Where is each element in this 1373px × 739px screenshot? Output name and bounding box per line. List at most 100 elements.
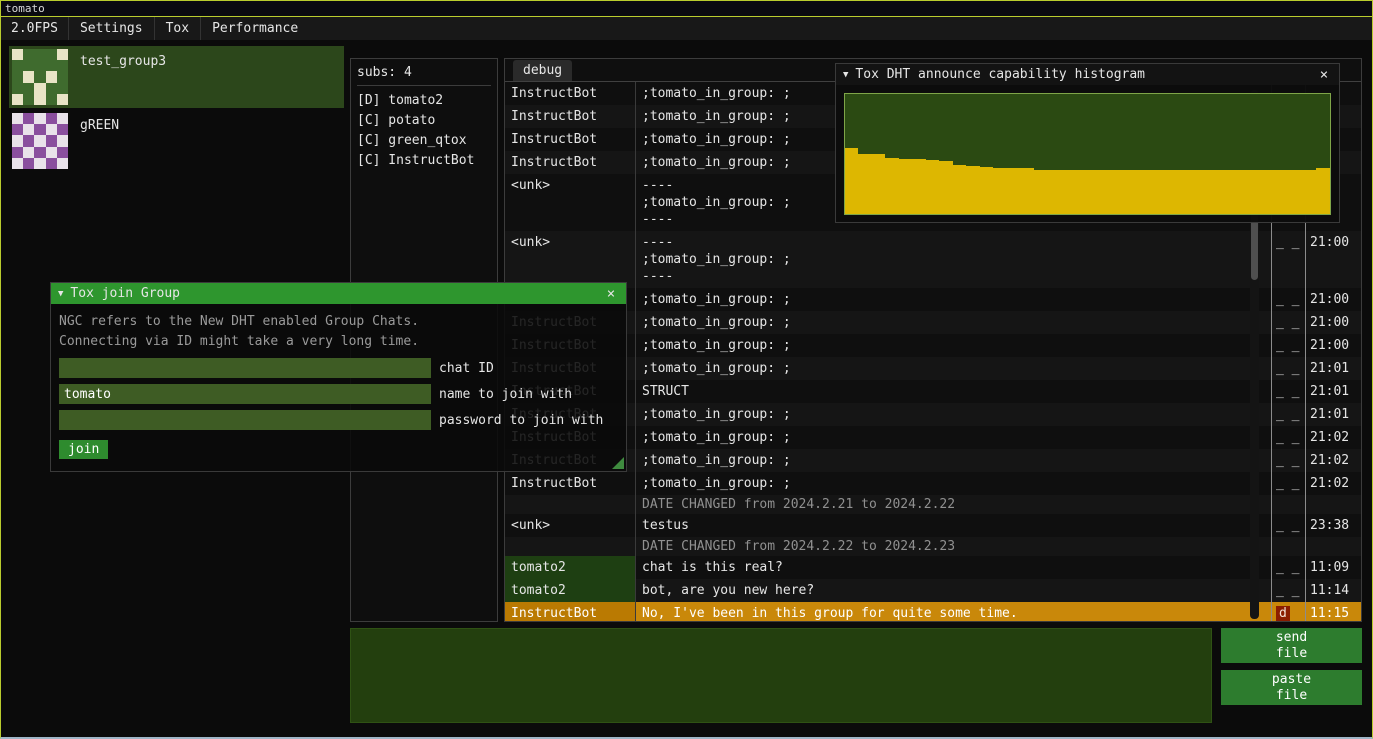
sender-name: InstructBot [505, 128, 635, 151]
send-file-button[interactable]: send file [1221, 628, 1362, 663]
message-flags: _ _ [1271, 231, 1305, 288]
message-text: No, I've been in this group for quite so… [635, 602, 1271, 621]
chat-message-row: InstructBotNo, I've been in this group f… [505, 602, 1361, 621]
histogram-bar [1236, 170, 1249, 214]
message-flags: _ _ [1271, 472, 1305, 495]
join-input-chat-ID[interactable] [59, 358, 431, 378]
subs-member[interactable]: [D] tomato2 [357, 91, 491, 111]
histogram-bar [1128, 170, 1141, 214]
message-text: ;tomato_in_group: ; [635, 426, 1271, 449]
dht-histogram-titlebar[interactable]: ▼ Tox DHT announce capability histogram … [836, 64, 1339, 85]
histogram-bar [1155, 170, 1168, 214]
message-flags: _ _ [1271, 311, 1305, 334]
message-input[interactable] [350, 628, 1212, 723]
histogram-bar [1222, 170, 1235, 214]
group-item-gREEN[interactable]: gREEN [9, 110, 344, 172]
message-time: 11:15 [1305, 602, 1361, 621]
chat-message-row: InstructBot;tomato_in_group: ;_ _21:00 [505, 288, 1361, 311]
join-field-row: name to join with [59, 384, 618, 404]
histogram-bar [1141, 170, 1154, 214]
group-name: test_group3 [80, 49, 166, 69]
join-input-name-to-join-with[interactable] [59, 384, 431, 404]
delivered-badge: d [1276, 606, 1290, 621]
histogram-bar [1209, 170, 1222, 214]
menu-item-performance[interactable]: Performance [200, 17, 309, 40]
dht-histogram-title: Tox DHT announce capability histogram [855, 67, 1309, 82]
message-text: ;tomato_in_group: ; [635, 449, 1271, 472]
message-time [1305, 537, 1361, 556]
join-field-row: password to join with [59, 410, 618, 430]
message-flags: _ _ [1271, 514, 1305, 537]
message-flags: _ _ [1271, 426, 1305, 449]
message-text: ;tomato_in_group: ; [635, 288, 1271, 311]
histogram-bar [1249, 170, 1262, 214]
join-button[interactable]: join [59, 440, 108, 459]
paste-file-button[interactable]: paste file [1221, 670, 1362, 705]
sender-name: InstructBot [505, 602, 635, 621]
chat-message-row: InstructBot;tomato_in_group: ;_ _21:01 [505, 403, 1361, 426]
join-fields: chat IDname to join withpassword to join… [59, 358, 618, 430]
message-flags: _ _ [1271, 288, 1305, 311]
subs-member[interactable]: [C] green_qtox [357, 131, 491, 151]
message-time [1305, 495, 1361, 514]
dht-histogram-plot [844, 93, 1331, 215]
join-info-line: Connecting via ID might take a very long… [59, 332, 618, 352]
histogram-bar [1101, 170, 1114, 214]
chat-message-row: <unk>testus_ _23:38 [505, 514, 1361, 537]
message-flags: _ _ [1271, 579, 1305, 602]
join-group-title: Tox join Group [70, 286, 596, 301]
sender-name: tomato2 [505, 579, 635, 602]
message-time: 21:00 [1305, 334, 1361, 357]
chat-message-row: InstructBot;tomato_in_group: ;_ _21:02 [505, 426, 1361, 449]
window-titlebar[interactable]: tomato [1, 1, 1372, 17]
menu-item-settings[interactable]: Settings [68, 17, 154, 40]
collapse-icon[interactable]: ▼ [58, 289, 63, 299]
subs-member[interactable]: [C] potato [357, 111, 491, 131]
collapse-icon[interactable]: ▼ [843, 70, 848, 80]
message-text: DATE CHANGED from 2024.2.21 to 2024.2.22 [635, 495, 1271, 514]
close-icon[interactable]: × [1316, 67, 1332, 83]
menu-item-tox[interactable]: Tox [154, 17, 200, 40]
close-icon[interactable]: × [603, 286, 619, 302]
chat-message-row: InstructBotSTRUCT_ _21:01 [505, 380, 1361, 403]
subs-member[interactable]: [C] InstructBot [357, 151, 491, 171]
chat-message-row: InstructBot;tomato_in_group: ;_ _21:00 [505, 311, 1361, 334]
histogram-bar [1007, 168, 1020, 214]
histogram-bar [1168, 170, 1181, 214]
histogram-bar [912, 159, 925, 214]
join-group-titlebar[interactable]: ▼ Tox join Group × [51, 283, 626, 304]
chat-message-row: InstructBot;tomato_in_group: ;_ _21:00 [505, 334, 1361, 357]
message-flags: _ _ [1271, 403, 1305, 426]
message-text: ;tomato_in_group: ; [635, 334, 1271, 357]
histogram-bar [939, 161, 952, 214]
menu-items: SettingsToxPerformance [68, 17, 309, 40]
histogram-bar [1074, 170, 1087, 214]
sender-name: <unk> [505, 231, 635, 288]
group-item-test_group3[interactable]: test_group3 [9, 46, 344, 108]
fps-counter: 2.0FPS [1, 17, 68, 40]
chat-message-row: <unk>----;tomato_in_group: ;----_ _21:00 [505, 231, 1361, 288]
chat-message-row: tomato2bot, are you new here?_ _11:14 [505, 579, 1361, 602]
chat-message-row: InstructBot;tomato_in_group: ;_ _21:01 [505, 357, 1361, 380]
histogram-bar [993, 168, 1006, 214]
histogram-bar [885, 158, 898, 214]
message-time: 21:00 [1305, 311, 1361, 334]
tab-debug[interactable]: debug [513, 60, 572, 81]
chat-message-row: InstructBot;tomato_in_group: ;_ _21:02 [505, 472, 1361, 495]
histogram-bar [966, 166, 979, 214]
message-flags: _ _ [1271, 380, 1305, 403]
message-flags [1271, 495, 1305, 514]
join-input-password-to-join-with[interactable] [59, 410, 431, 430]
message-flags: _ _ [1271, 357, 1305, 380]
histogram-bar [1061, 170, 1074, 214]
histogram-bar [1276, 170, 1289, 214]
message-time: 21:02 [1305, 472, 1361, 495]
message-time: 23:38 [1305, 514, 1361, 537]
histogram-bar [899, 159, 912, 214]
resize-grip[interactable] [612, 457, 624, 469]
histogram-bar [1316, 168, 1329, 214]
subs-header: subs: 4 [357, 63, 491, 85]
menu-bar: 2.0FPS SettingsToxPerformance [1, 17, 1372, 40]
message-flags: _ _ [1271, 556, 1305, 579]
histogram-bar [872, 154, 885, 214]
